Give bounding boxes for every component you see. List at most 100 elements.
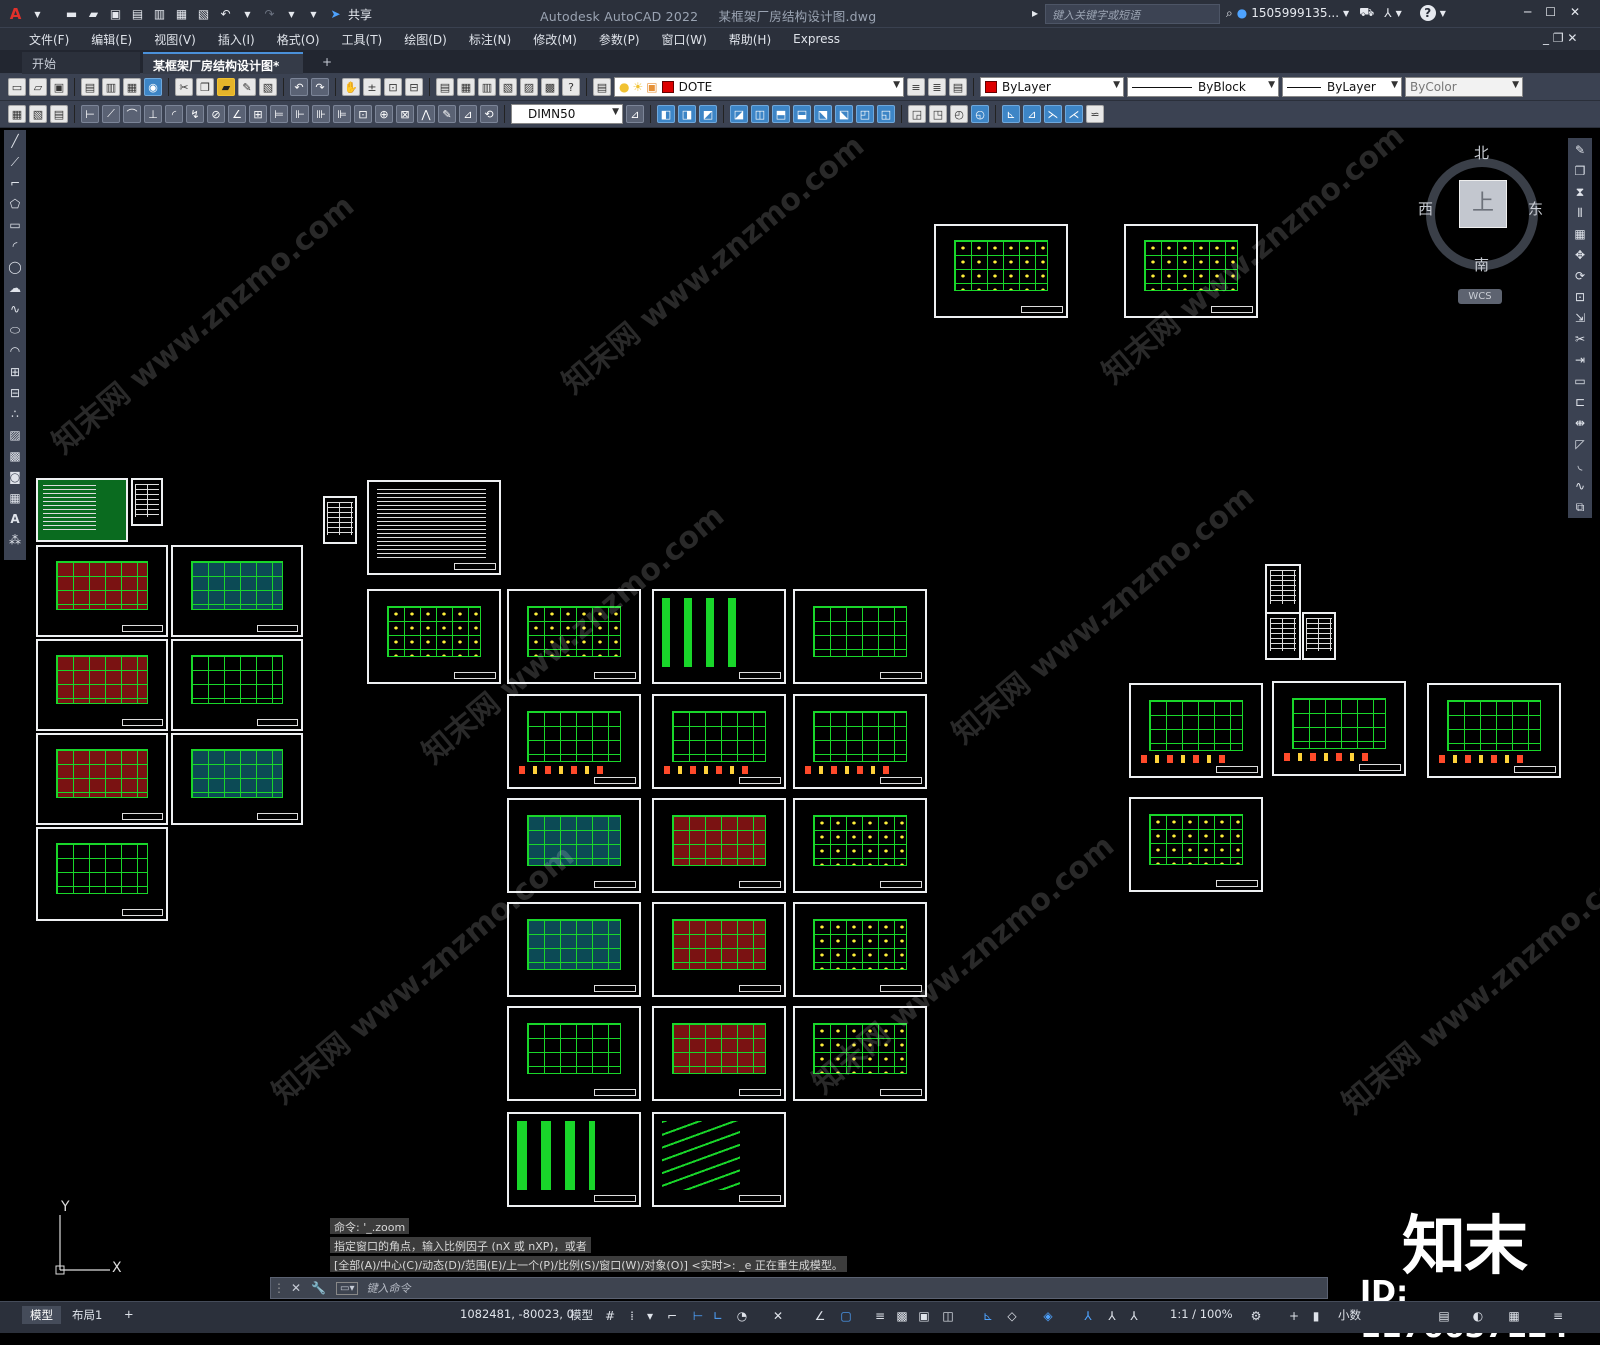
ucs-world-icon[interactable]: ⊿ — [1023, 105, 1041, 123]
dim-edit-icon[interactable]: ✎ — [438, 105, 456, 123]
menu-modify[interactable]: 修改(M) — [522, 31, 588, 48]
drawing-sheet[interactable] — [652, 902, 786, 997]
pan-icon[interactable]: ✋ — [342, 78, 360, 96]
app-menu-chevron-icon[interactable]: ▼ — [28, 5, 47, 23]
drawing-sheet[interactable] — [171, 639, 303, 731]
layer-freeze-icon[interactable]: ☀ — [632, 80, 643, 94]
user-name[interactable]: 1505999135... — [1251, 6, 1339, 20]
drawing-sheet[interactable] — [652, 694, 786, 789]
ucs-previous-icon[interactable]: ⋋ — [1044, 105, 1062, 123]
workspace-gear-icon[interactable]: ⚙ — [1248, 1308, 1264, 1324]
new-file-icon[interactable]: ▬ — [62, 5, 81, 23]
drawing-sheet[interactable] — [323, 496, 357, 544]
layer-states-icon[interactable]: ▤ — [949, 78, 967, 96]
tolerance-icon[interactable]: ⊡ — [354, 105, 372, 123]
blend-icon[interactable]: ∿ — [1572, 477, 1588, 495]
orbit-icon[interactable]: ◪ — [730, 105, 748, 123]
osnap-icon[interactable]: ▢ — [838, 1308, 854, 1324]
color-dropdown-arrow-icon[interactable]: ▼ — [1113, 80, 1120, 90]
drawing-sheet[interactable] — [36, 733, 168, 825]
properties-icon[interactable]: ▤ — [436, 78, 454, 96]
menu-express[interactable]: Express — [782, 32, 851, 46]
conceptual-icon[interactable]: ◵ — [971, 105, 989, 123]
drawing-sheet[interactable] — [1129, 683, 1263, 778]
continuous-orbit-icon[interactable]: ⬒ — [772, 105, 790, 123]
menu-edit[interactable]: 编辑(E) — [80, 31, 143, 48]
layer-dropdown[interactable]: ● ☀ ▣ DOTE ▼ — [614, 77, 904, 97]
menu-help[interactable]: 帮助(H) — [718, 31, 782, 48]
undo-dropdown-icon[interactable]: ▼ — [238, 5, 257, 23]
circle-icon[interactable]: ◯ — [7, 259, 23, 276]
clean-screen-icon[interactable]: ▦ — [1506, 1308, 1522, 1324]
mtext-icon[interactable]: A — [7, 511, 23, 528]
menu-dimension[interactable]: 标注(N) — [458, 31, 522, 48]
command-customize-icon[interactable]: 🔧 — [311, 1281, 326, 1295]
drawing-sheet[interactable] — [507, 694, 641, 789]
share-label[interactable]: 共享 — [348, 6, 372, 23]
customize-qat-icon[interactable]: ▼ — [304, 5, 323, 23]
save-as-icon[interactable]: ▤ — [128, 5, 147, 23]
save-toolbar-icon[interactable]: ▣ — [50, 78, 68, 96]
hardware-acceleration-icon[interactable]: ◐ — [1470, 1308, 1486, 1324]
open-icon[interactable]: ▱ — [29, 78, 47, 96]
doc-restore-controls[interactable]: _ ❐ ✕ — [1543, 31, 1577, 45]
publish-icon[interactable]: ▦ — [123, 78, 141, 96]
autodesk-a360-icon[interactable]: ⅄ — [1384, 6, 1391, 20]
zoom-window-icon[interactable]: ⊡ — [384, 78, 402, 96]
drawing-sheet[interactable] — [36, 639, 168, 731]
ellipse-arc-icon[interactable]: ◠ — [7, 343, 23, 360]
annotation-visibility-icon[interactable]: ⅄ — [1080, 1308, 1096, 1324]
drawing-sheet[interactable] — [131, 478, 163, 526]
menu-tools[interactable]: 工具(T) — [331, 31, 394, 48]
radius-dim-icon[interactable]: ◜ — [165, 105, 183, 123]
save-web-icon[interactable]: ▦ — [172, 5, 191, 23]
viewcube-top-face[interactable]: 上 — [1459, 180, 1507, 228]
menu-draw[interactable]: 绘图(D) — [393, 31, 458, 48]
linetype-dropdown-arrow-icon[interactable]: ▼ — [1268, 80, 1275, 90]
construction-line-icon[interactable]: ⟋ — [7, 154, 23, 171]
stretch-icon[interactable]: ⇲ — [1572, 309, 1588, 327]
close-icon[interactable]: ✕ — [1570, 5, 1580, 19]
annotation-monitor-icon[interactable]: + — [1286, 1308, 1302, 1324]
menu-window[interactable]: 窗口(W) — [651, 31, 718, 48]
drawing-sheet[interactable] — [793, 589, 927, 684]
arc-icon[interactable]: ◜ — [7, 238, 23, 255]
help-toolbar-icon[interactable]: ? — [562, 78, 580, 96]
drawing-sheet[interactable] — [367, 480, 501, 575]
menu-file[interactable]: 文件(F) — [18, 31, 80, 48]
drawing-sheet[interactable] — [793, 902, 927, 997]
design-center-icon[interactable]: ▦ — [457, 78, 475, 96]
undo-icon[interactable]: ↶ — [216, 5, 235, 23]
rectangle-icon[interactable]: ▭ — [7, 217, 23, 234]
drawing-sheet[interactable] — [507, 798, 641, 893]
command-input[interactable]: 键入命令 — [366, 1280, 410, 1296]
explode-icon[interactable]: ⧉ — [1572, 498, 1588, 516]
dim-update-2-icon[interactable]: ⟲ — [480, 105, 498, 123]
drawing-sheet[interactable] — [652, 1006, 786, 1101]
drawing-sheet[interactable] — [1427, 683, 1561, 778]
dim-text-edit-icon[interactable]: ⊿ — [459, 105, 477, 123]
ortho-icon[interactable]: ∟ — [710, 1308, 726, 1324]
linear-dim-icon[interactable]: ⊢ — [81, 105, 99, 123]
maximize-icon[interactable]: ☐ — [1545, 5, 1556, 19]
annotation-scale-value[interactable]: 1:1 / 100% — [1170, 1307, 1233, 1321]
dim-override-icon[interactable]: ▤ — [50, 105, 68, 123]
drawing-sheet[interactable] — [652, 798, 786, 893]
drawing-sheet[interactable] — [171, 545, 303, 637]
drawing-sheet[interactable] — [652, 1112, 786, 1207]
lineweight-icon[interactable]: ≡ — [872, 1308, 888, 1324]
hatch-icon[interactable]: ▨ — [7, 427, 23, 444]
ucs-object-icon[interactable]: ⋍ — [1086, 105, 1104, 123]
tool-palettes-icon[interactable]: ▥ — [478, 78, 496, 96]
dimension-style-manager-icon[interactable]: ⊿ — [626, 105, 644, 123]
new-tab-icon[interactable]: + — [312, 52, 342, 74]
polar-tracking-icon[interactable]: ◔ — [734, 1308, 750, 1324]
cart-icon[interactable]: ⛟ — [1359, 5, 1374, 21]
array-icon[interactable]: ▦ — [1572, 225, 1588, 243]
erase-icon[interactable]: ✎ — [1572, 141, 1588, 159]
menu-parametric[interactable]: 参数(P) — [588, 31, 651, 48]
command-grip-icon[interactable]: ⋮ — [273, 1281, 285, 1295]
add-selected-icon[interactable]: ⁂ — [7, 532, 23, 549]
color-dropdown[interactable]: ByLayer ▼ — [980, 77, 1124, 97]
dimstyle-dropdown-arrow-icon[interactable]: ▼ — [612, 107, 619, 117]
